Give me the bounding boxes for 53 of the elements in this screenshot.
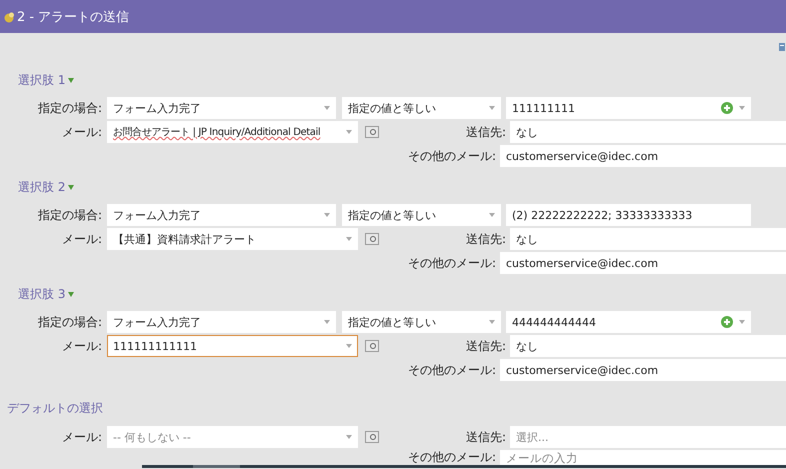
trigger-select[interactable]: フォーム入力完了 <box>107 311 336 333</box>
preview-icon[interactable] <box>365 126 379 138</box>
field-label: その他のメール: <box>406 254 496 272</box>
field-label: メール: <box>60 230 102 248</box>
choice-title[interactable]: 選択肢 1 <box>18 72 66 88</box>
field-label: メール: <box>60 428 102 446</box>
field-label: 指定の場合: <box>36 314 102 330</box>
field-label: 指定の場合: <box>36 206 102 224</box>
recipient-select[interactable]: なし <box>510 228 786 250</box>
preview-icon[interactable] <box>365 431 379 443</box>
email-select[interactable]: 【共通】資料請求計アラート <box>107 228 358 250</box>
operator-select[interactable]: 指定の値と等しい <box>342 204 501 226</box>
choice-title[interactable]: 選択肢 3 <box>18 286 66 302</box>
email-select[interactable]: 111111111111 <box>107 335 358 357</box>
value-field[interactable]: 111111111 <box>506 97 751 119</box>
operator-select[interactable]: 指定の値と等しい <box>342 97 501 119</box>
recipient-select[interactable]: なし <box>510 335 786 357</box>
field-label: 指定の場合: <box>36 100 102 116</box>
expand-triangle-icon[interactable] <box>68 77 74 83</box>
scroll-bar[interactable] <box>142 465 786 468</box>
email-input-field[interactable]: customerservice@idec.com <box>500 359 786 381</box>
field-label: その他のメール: <box>406 362 496 378</box>
operator-select[interactable]: 指定の値と等しい <box>342 311 501 333</box>
add-icon[interactable] <box>721 102 733 114</box>
scroll-thumb[interactable] <box>193 465 240 468</box>
email-input-field[interactable]: customerservice@idec.com <box>500 252 786 274</box>
email-select[interactable]: お問合せアラート | JP Inquiry/Additional Detail <box>107 121 358 143</box>
field-label: 送信先: <box>464 230 506 248</box>
field-label: 送信先: <box>464 428 506 446</box>
field-label: その他のメール: <box>406 148 496 164</box>
field-label: メール: <box>60 338 102 354</box>
field-label: 送信先: <box>464 124 506 140</box>
preview-icon[interactable] <box>365 340 379 352</box>
field-label: メール: <box>60 124 102 140</box>
value-field[interactable]: (2) 22222222222; 33333333333 <box>506 204 751 226</box>
choice-title[interactable]: 選択肢 2 <box>18 178 66 196</box>
trigger-select[interactable]: フォーム入力完了 <box>107 97 336 119</box>
expand-triangle-icon[interactable] <box>68 184 74 190</box>
add-icon[interactable] <box>721 316 733 328</box>
email-input-field[interactable]: customerservice@idec.com <box>500 145 786 167</box>
section-title: 2 - アラートの送信 <box>17 8 130 26</box>
trigger-select[interactable]: フォーム入力完了 <box>107 204 336 226</box>
recipient-select[interactable]: なし <box>510 121 786 143</box>
email-select[interactable]: -- 何もしない -- <box>107 426 358 448</box>
default-title[interactable]: デフォルトの選択 <box>7 400 103 416</box>
expand-triangle-icon[interactable] <box>68 291 74 297</box>
email-input-field[interactable]: メールの入力 <box>500 450 786 465</box>
document-icon[interactable] <box>779 43 785 51</box>
preview-icon[interactable] <box>365 233 379 245</box>
field-label: その他のメール: <box>406 449 496 466</box>
recipient-select[interactable]: 選択... <box>510 426 786 448</box>
value-field[interactable]: 444444444444 <box>506 311 751 333</box>
field-label: 送信先: <box>464 338 506 354</box>
